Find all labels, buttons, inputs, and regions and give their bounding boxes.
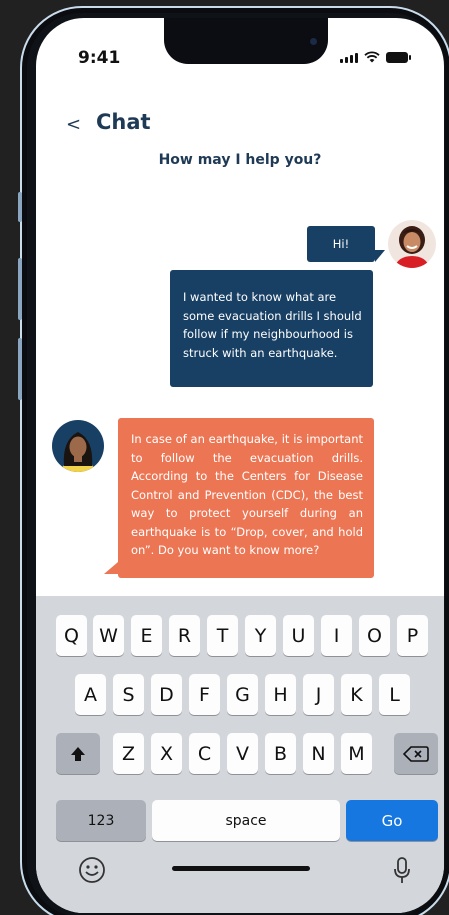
key-j[interactable]: J — [303, 674, 334, 715]
user-avatar — [388, 220, 436, 268]
key-f[interactable]: F — [189, 674, 220, 715]
backspace-icon — [403, 745, 429, 762]
key-h[interactable]: H — [265, 674, 296, 715]
key-p[interactable]: P — [397, 615, 428, 656]
key-g[interactable]: G — [227, 674, 258, 715]
key-y[interactable]: Y — [245, 615, 276, 656]
key-l[interactable]: L — [379, 674, 410, 715]
key-i[interactable]: I — [321, 615, 352, 656]
cellular-signal-icon — [340, 53, 358, 63]
bubble-tail — [375, 250, 385, 262]
key-s[interactable]: S — [113, 674, 144, 715]
bubble-tail — [104, 562, 118, 574]
home-indicator[interactable] — [172, 866, 310, 871]
key-n[interactable]: N — [303, 733, 334, 774]
key-u[interactable]: U — [283, 615, 314, 656]
message-text: In case of an earthquake, it is importan… — [131, 432, 363, 557]
volume-down-button — [18, 338, 22, 400]
numbers-key[interactable]: 123 — [56, 800, 146, 841]
microphone-icon[interactable] — [392, 856, 412, 886]
message-bubble-user: Hi! — [307, 226, 375, 262]
mute-switch — [18, 192, 22, 222]
message-text: I wanted to know what are some evacuatio… — [183, 290, 362, 360]
battery-icon — [386, 52, 411, 63]
space-key[interactable]: space — [152, 800, 340, 841]
message-bubble-assistant: In case of an earthquake, it is importan… — [118, 418, 374, 578]
status-icons — [340, 51, 411, 63]
key-v[interactable]: V — [227, 733, 258, 774]
volume-up-button — [18, 258, 22, 320]
key-c[interactable]: C — [189, 733, 220, 774]
key-d[interactable]: D — [151, 674, 182, 715]
backspace-key[interactable] — [394, 733, 438, 774]
go-key[interactable]: Go — [346, 800, 438, 841]
page-title: Chat — [96, 110, 151, 134]
back-button[interactable]: < — [66, 114, 81, 135]
key-w[interactable]: W — [93, 615, 124, 656]
key-q[interactable]: Q — [56, 615, 87, 656]
key-z[interactable]: Z — [113, 733, 144, 774]
message-bubble-user: I wanted to know what are some evacuatio… — [170, 270, 373, 387]
message-text: Hi! — [332, 236, 350, 251]
chat-subtitle: How may I help you? — [158, 152, 322, 168]
status-time: 9:41 — [78, 48, 121, 68]
key-k[interactable]: K — [341, 674, 372, 715]
shift-key[interactable] — [56, 733, 100, 774]
front-camera — [310, 38, 317, 45]
emoji-icon[interactable] — [78, 856, 106, 884]
key-t[interactable]: T — [207, 615, 238, 656]
key-x[interactable]: X — [151, 733, 182, 774]
assistant-avatar — [52, 420, 104, 472]
key-o[interactable]: O — [359, 615, 390, 656]
notch — [164, 18, 328, 64]
wifi-icon — [364, 51, 380, 63]
key-a[interactable]: A — [75, 674, 106, 715]
key-m[interactable]: M — [341, 733, 372, 774]
phone-screen: 9:41 < Chat How may I help you? Hi! I wa… — [36, 18, 444, 913]
key-b[interactable]: B — [265, 733, 296, 774]
key-r[interactable]: R — [169, 615, 200, 656]
shift-arrow-icon — [71, 746, 85, 761]
key-e[interactable]: E — [131, 615, 162, 656]
